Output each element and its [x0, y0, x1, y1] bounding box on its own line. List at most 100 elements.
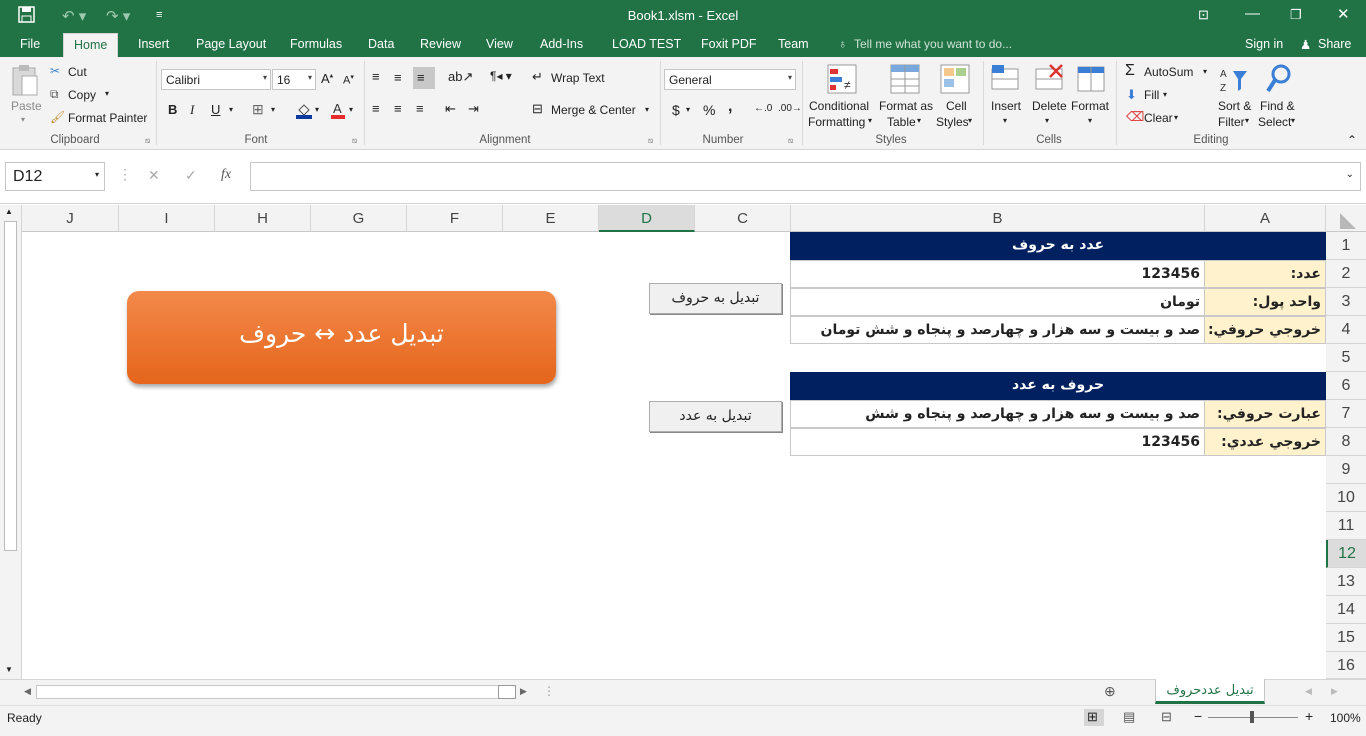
- page-break-view-icon[interactable]: ⊟: [1161, 709, 1172, 725]
- zoom-in-icon[interactable]: +: [1305, 708, 1313, 724]
- row-header-4[interactable]: 4: [1326, 316, 1366, 344]
- column-header-c[interactable]: C: [695, 205, 791, 232]
- page-layout-view-icon[interactable]: ▤: [1123, 709, 1135, 725]
- column-header-j[interactable]: J: [22, 205, 119, 232]
- format-as-table-button[interactable]: Format as: [879, 99, 933, 113]
- delete-cells-icon[interactable]: [1034, 63, 1064, 96]
- sheet-nav-next-icon[interactable]: ▶: [1331, 686, 1338, 697]
- collapse-ribbon-icon[interactable]: ⌃: [1347, 133, 1357, 147]
- wrap-text-button[interactable]: Wrap Text: [551, 71, 605, 85]
- autosum-dropdown-icon[interactable]: ▾: [1203, 67, 1207, 76]
- tab-insert[interactable]: Insert: [138, 37, 169, 51]
- hscroll-right-icon[interactable]: ▶: [520, 686, 527, 697]
- comma-button[interactable]: ,: [728, 98, 732, 116]
- copy-dropdown-icon[interactable]: ▾: [105, 89, 109, 98]
- zoom-out-icon[interactable]: −: [1194, 708, 1202, 724]
- font-color-dropdown-icon[interactable]: ▾: [349, 105, 353, 114]
- convert-to-words-button[interactable]: تبديل به حروف: [649, 283, 782, 314]
- tell-me-input[interactable]: Tell me what you want to do...: [854, 37, 1012, 51]
- minimize-icon[interactable]: —: [1245, 5, 1260, 22]
- format-table-dropdown-icon[interactable]: ▾: [917, 116, 921, 125]
- restore-icon[interactable]: ❐: [1290, 7, 1302, 23]
- tab-formulas[interactable]: Formulas: [290, 37, 342, 51]
- share-icon[interactable]: ♟: [1300, 37, 1311, 52]
- cancel-icon[interactable]: ✕: [148, 167, 160, 184]
- row-header-16[interactable]: 16: [1326, 652, 1366, 679]
- sign-in-link[interactable]: Sign in: [1245, 37, 1283, 51]
- row-header-13[interactable]: 13: [1326, 568, 1366, 596]
- format-button[interactable]: Format: [1071, 99, 1109, 113]
- sheet-nav-prev-icon[interactable]: ◀: [1305, 686, 1312, 697]
- align-left-icon[interactable]: ≡: [372, 101, 380, 116]
- find-dropdown-icon[interactable]: ▾: [1291, 116, 1295, 125]
- format-as-table-icon[interactable]: [889, 63, 921, 98]
- tab-view[interactable]: View: [486, 37, 513, 51]
- align-top-icon[interactable]: ≡: [372, 69, 380, 84]
- column-header-b[interactable]: B: [791, 205, 1205, 232]
- column-header-h[interactable]: H: [215, 205, 311, 232]
- sort-filter-button[interactable]: Sort &: [1218, 99, 1251, 113]
- row-header-15[interactable]: 15: [1326, 624, 1366, 652]
- cell-a2-label[interactable]: عدد:: [1204, 260, 1326, 288]
- tab-team[interactable]: Team: [778, 37, 809, 51]
- fill-color-icon[interactable]: [295, 101, 313, 122]
- number-format-combo[interactable]: General ▾: [664, 69, 796, 90]
- currency-button[interactable]: $: [672, 102, 680, 118]
- cell-b2-number[interactable]: 123456: [790, 260, 1205, 288]
- alignment-launcher-icon[interactable]: ⧅: [648, 136, 653, 146]
- grow-font-icon[interactable]: A▴: [321, 71, 333, 86]
- tab-data[interactable]: Data: [368, 37, 394, 51]
- vertical-scrollbar[interactable]: ▲ ▼: [0, 205, 22, 679]
- merge-center-button[interactable]: Merge & Center: [551, 103, 636, 117]
- convert-to-number-button[interactable]: تبديل به عدد: [649, 401, 782, 432]
- format-painter-button[interactable]: Format Painter: [68, 111, 147, 125]
- row-header-2[interactable]: 2: [1326, 260, 1366, 288]
- row-header-1[interactable]: 1: [1326, 232, 1366, 260]
- increase-indent-icon[interactable]: ⇥: [468, 101, 479, 117]
- cell-a4-label[interactable]: خروجي حروفي:: [1204, 316, 1326, 344]
- fill-button[interactable]: Fill: [1144, 88, 1159, 102]
- format-dropdown-icon[interactable]: ▾: [1088, 116, 1092, 125]
- row-header-9[interactable]: 9: [1326, 456, 1366, 484]
- fill-color-dropdown-icon[interactable]: ▾: [315, 105, 319, 114]
- converter-banner-shape[interactable]: تبديل عدد ↔ حروف: [127, 291, 556, 384]
- align-bottom-icon[interactable]: ≡: [413, 67, 435, 89]
- italic-button[interactable]: I: [190, 102, 194, 118]
- horizontal-scroll-track[interactable]: [36, 685, 500, 699]
- cell-a7-label[interactable]: عبارت حروفي:: [1204, 400, 1326, 428]
- tab-add-ins[interactable]: Add-Ins: [540, 37, 583, 51]
- cut-icon[interactable]: ✂: [50, 64, 60, 78]
- shrink-font-icon[interactable]: A▾: [343, 73, 354, 87]
- rtl-direction-icon[interactable]: ¶◂ ▾: [490, 69, 512, 83]
- tab-review[interactable]: Review: [420, 37, 461, 51]
- cell-b3-currency[interactable]: تومان: [790, 288, 1205, 316]
- row-header-11[interactable]: 11: [1326, 512, 1366, 540]
- insert-dropdown-icon[interactable]: ▾: [1003, 116, 1007, 125]
- tab-load-test[interactable]: LOAD TEST: [612, 37, 681, 51]
- enter-icon[interactable]: ✓: [185, 167, 197, 184]
- paste-dropdown-icon[interactable]: ▾: [21, 115, 25, 124]
- merge-dropdown-icon[interactable]: ▾: [645, 105, 649, 114]
- cell-styles-button[interactable]: Cell: [946, 99, 967, 113]
- row-header-3[interactable]: 3: [1326, 288, 1366, 316]
- merge-center-icon[interactable]: ⊟: [532, 101, 543, 117]
- row-header-8[interactable]: 8: [1326, 428, 1366, 456]
- zoom-level[interactable]: 100%: [1330, 711, 1361, 725]
- format-cells-icon[interactable]: [1076, 63, 1106, 96]
- fill-dropdown-icon[interactable]: ▾: [1163, 90, 1167, 99]
- decrease-decimal-icon[interactable]: .00→: [778, 103, 802, 114]
- font-name-combo[interactable]: Calibri ▾: [161, 69, 271, 90]
- borders-icon[interactable]: ⊞: [252, 101, 264, 118]
- share-button[interactable]: Share: [1318, 37, 1351, 51]
- increase-decimal-icon[interactable]: ←.0: [754, 103, 772, 114]
- cell-b1-title[interactable]: عدد به حروف: [790, 232, 1326, 260]
- bold-button[interactable]: B: [168, 102, 177, 117]
- select-all-corner[interactable]: [1326, 205, 1366, 232]
- cell-b7-words-input[interactable]: صد و بيست و سه هزار و چهارصد و پنجاه و ش…: [790, 400, 1205, 428]
- autosum-button[interactable]: AutoSum: [1144, 65, 1193, 79]
- name-box[interactable]: D12 ▾: [5, 162, 105, 191]
- close-icon[interactable]: ✕: [1337, 5, 1350, 23]
- formula-input[interactable]: ⌄: [250, 162, 1361, 191]
- font-launcher-icon[interactable]: ⧅: [352, 136, 357, 146]
- column-header-d[interactable]: D: [599, 205, 695, 232]
